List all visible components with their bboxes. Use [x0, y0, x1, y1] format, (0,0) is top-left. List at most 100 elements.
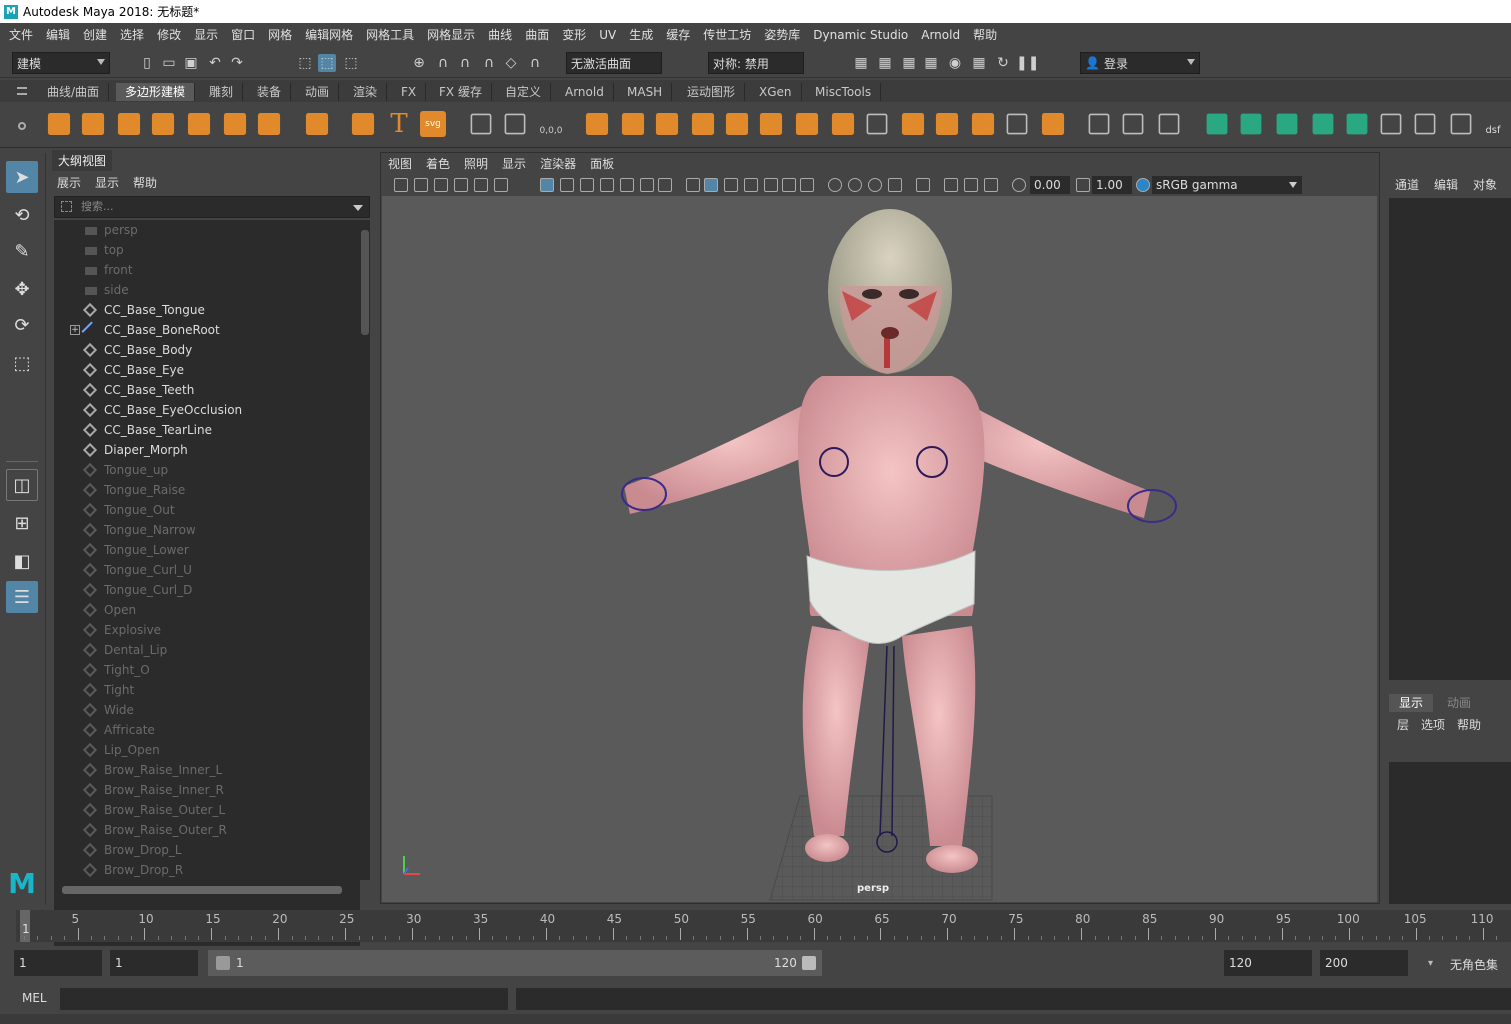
outliner-search-input[interactable]: 搜索... [54, 196, 370, 218]
shelf-tab[interactable]: XGen [750, 83, 802, 101]
super-shape-icon[interactable] [351, 112, 375, 136]
menu-item[interactable]: 变形 [562, 26, 586, 43]
menu-item[interactable]: 缓存 [666, 26, 690, 43]
outliner-item[interactable]: top [54, 240, 360, 260]
uv-editor-icon[interactable] [1206, 113, 1228, 135]
range-slider[interactable]: 1 120 [208, 950, 822, 976]
menu-item[interactable]: 窗口 [231, 26, 255, 43]
shelf-settings-icon[interactable] [18, 122, 26, 130]
mode-dropdown[interactable]: 建模 [12, 52, 110, 74]
viewport-menu-item[interactable]: 着色 [426, 155, 450, 172]
shelf-tab[interactable]: 曲线/曲面 [38, 83, 110, 101]
outliner-item[interactable]: Tongue_Out [54, 500, 360, 520]
grease-pencil-icon[interactable] [494, 178, 508, 192]
uv-planar-icon[interactable] [1240, 113, 1262, 135]
menu-item[interactable]: 创建 [83, 26, 107, 43]
snap-grid-icon[interactable]: ⊕ [410, 54, 428, 72]
field-chart-icon[interactable] [620, 178, 634, 192]
shelf-tab[interactable]: 自定义 [496, 83, 552, 101]
range-start-handle[interactable] [216, 956, 230, 970]
select-hierarchy-icon[interactable]: ⬚ [296, 54, 314, 72]
outliner-menu-item[interactable]: 显示 [95, 174, 119, 191]
menu-item[interactable]: 帮助 [973, 26, 997, 43]
torus-icon[interactable] [187, 112, 211, 136]
camera-select-icon[interactable] [394, 178, 408, 192]
motion-blur-icon[interactable] [828, 178, 842, 192]
coord-icon[interactable]: 0,0,0 [538, 111, 564, 137]
menu-item[interactable]: 编辑网格 [305, 26, 353, 43]
depth-of-field-icon[interactable] [868, 178, 882, 192]
color-management-icon[interactable] [1136, 178, 1150, 192]
paint-select-tool-icon[interactable]: ✎ [6, 235, 38, 267]
uv-unfold-icon[interactable] [1414, 113, 1436, 135]
four-view-icon[interactable]: ⊞ [6, 507, 38, 539]
dsf-icon[interactable]: dsf [1482, 111, 1504, 137]
shelf-tab[interactable]: 装备 [248, 83, 292, 101]
viewport-menu-item[interactable]: 照明 [464, 155, 488, 172]
outliner-vertical-scrollbar[interactable] [360, 220, 370, 880]
menu-item[interactable]: 生成 [629, 26, 653, 43]
cluster-icon[interactable] [1158, 113, 1180, 135]
menu-item[interactable]: UV [599, 28, 616, 42]
save-scene-icon[interactable]: ▣ [182, 54, 200, 72]
expand-icon[interactable]: + [70, 325, 80, 335]
lattice-icon[interactable] [1088, 113, 1110, 135]
lights-icon[interactable] [764, 178, 778, 192]
outliner-item[interactable]: front [54, 260, 360, 280]
range-end-handle[interactable] [802, 956, 816, 970]
scale-tool-icon[interactable]: ⬚ [6, 347, 38, 379]
shelf-tab[interactable]: 渲染 [344, 83, 388, 101]
outliner-item[interactable]: Brow_Raise_Outer_L [54, 800, 360, 820]
uv-layout-icon[interactable] [1380, 113, 1402, 135]
outliner-item[interactable]: CC_Base_TearLine [54, 420, 360, 440]
outliner-item[interactable]: side [54, 280, 360, 300]
reduce-icon[interactable] [1006, 113, 1028, 135]
outliner-item[interactable]: Tongue_Raise [54, 480, 360, 500]
outliner-item[interactable]: Lip_Open [54, 740, 360, 760]
shelf-tab[interactable]: 多边形建模 [116, 83, 196, 101]
menu-item[interactable]: 网格 [268, 26, 292, 43]
viewport-3d[interactable]: persp [382, 196, 1377, 902]
outliner-horizontal-scrollbar[interactable] [54, 883, 356, 897]
gamma-icon[interactable] [1076, 178, 1090, 192]
open-scene-icon[interactable]: ▭ [160, 54, 178, 72]
center-pivot-icon[interactable] [470, 113, 492, 135]
outliner-item[interactable]: Brow_Drop_L [54, 840, 360, 860]
scrollbar-thumb[interactable] [62, 886, 342, 894]
arnold-render-icon[interactable]: ▦ [970, 54, 988, 72]
outliner-item[interactable]: Tight_O [54, 660, 360, 680]
shelf-tab[interactable]: FX 缓存 [430, 83, 492, 101]
uv-cylindrical-icon[interactable] [1276, 113, 1298, 135]
outliner-item[interactable]: Explosive [54, 620, 360, 640]
film-gate-icon[interactable] [560, 178, 574, 192]
backface-icon[interactable] [984, 178, 998, 192]
outliner-item[interactable]: Affricate [54, 720, 360, 740]
layer-tab[interactable]: 显示 [1389, 694, 1434, 712]
menu-item[interactable]: 文件 [9, 26, 33, 43]
fill-hole-icon[interactable] [795, 112, 819, 136]
anti-aliasing-icon[interactable] [848, 178, 862, 192]
cylinder-icon[interactable] [117, 112, 141, 136]
menu-item[interactable]: 姿势库 [764, 26, 800, 43]
shelf-menu-icon[interactable] [17, 87, 27, 95]
snap-live-icon[interactable]: ∩ [526, 54, 544, 72]
wireframe-icon[interactable] [686, 178, 700, 192]
redo-icon[interactable]: ↷ [228, 54, 246, 72]
layer-tab[interactable]: 动画 [1437, 694, 1481, 712]
smooth-icon[interactable] [621, 112, 645, 136]
outliner-item[interactable]: Tongue_Curl_D [54, 580, 360, 600]
boolean-icon[interactable] [866, 113, 888, 135]
menu-item[interactable]: 显示 [194, 26, 218, 43]
outliner-item[interactable]: Tight [54, 680, 360, 700]
menu-item[interactable]: 曲面 [525, 26, 549, 43]
command-input[interactable] [60, 988, 508, 1010]
outliner-item[interactable]: Brow_Drop_R [54, 860, 360, 880]
outliner-item[interactable]: Diaper_Morph [54, 440, 360, 460]
playback-start-field[interactable]: 1 [110, 950, 198, 976]
menu-item[interactable]: 网格工具 [366, 26, 414, 43]
character-set-icon[interactable]: ▾ [1428, 958, 1433, 969]
menu-item[interactable]: Arnold [921, 28, 960, 42]
snap-view-icon[interactable]: ∩ [480, 54, 498, 72]
svg-icon[interactable]: svg [420, 111, 446, 137]
outliner-item[interactable]: CC_Base_Eye [54, 360, 360, 380]
